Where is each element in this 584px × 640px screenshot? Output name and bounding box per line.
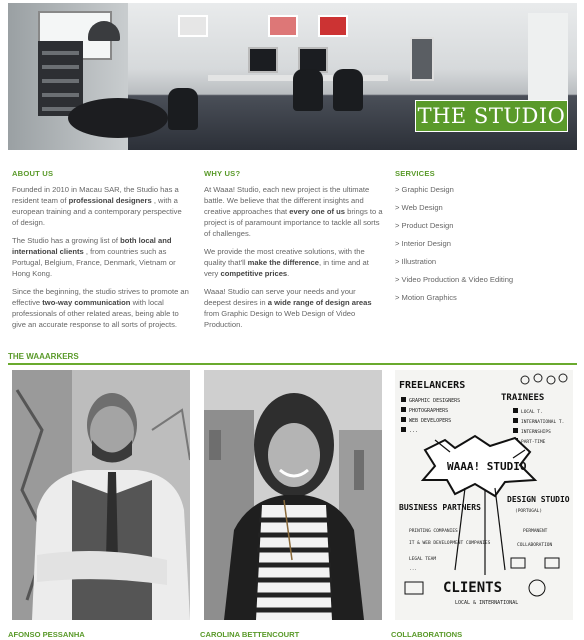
sketch-clients-sub: LOCAL & INTERNATIONAL [455, 600, 518, 606]
about-heading: ABOUT US [12, 169, 54, 178]
emphasis: make the difference [247, 258, 319, 267]
emphasis: competitive prices [220, 269, 288, 278]
hero-bookshelf [38, 41, 83, 116]
hero-artwork [268, 15, 298, 37]
hero-artwork [318, 15, 348, 37]
why-paragraph-1: At Waaa! Studio, each new project is the… [204, 184, 384, 239]
emphasis: professional designers [68, 196, 152, 205]
services-list: > Graphic Design > Web Design > Product … [395, 184, 575, 310]
service-product-design[interactable]: > Product Design [395, 220, 575, 238]
sketch-freelancer-item: PHOTOGRAPHERS [409, 408, 448, 414]
team-name-collaborations[interactable]: COLLABORATIONS [391, 630, 462, 639]
sketch-clients: CLIENTS [443, 580, 502, 596]
sketch-design-studio: DESIGN STUDIO [507, 495, 570, 504]
sketch-business-item: PRINTING COMPANIES [409, 528, 458, 534]
service-motion-graphics[interactable]: > Motion Graphics [395, 292, 575, 310]
sketch-freelancer-item: GRAPHIC DESIGNERS [409, 398, 460, 404]
services-heading: SERVICES [395, 169, 435, 178]
service-graphic-design[interactable]: > Graphic Design [395, 184, 575, 202]
why-paragraph-3: Waaa! Studio can serve your needs and yo… [204, 286, 384, 330]
emphasis: every one of us [289, 207, 345, 216]
about-section: ABOUT US Founded in 2010 in Macau SAR, t… [12, 168, 190, 337]
service-web-design[interactable]: > Web Design [395, 202, 575, 220]
hero-artwork [178, 15, 208, 37]
sketch-business-item: ... [409, 567, 417, 572]
sketch-design-studio-sub: (PORTUGAL) [515, 508, 542, 514]
sketch-design-item: PERMANENT [523, 528, 548, 534]
team-divider [8, 363, 577, 365]
about-paragraph-3: Since the beginning, the studio strives … [12, 286, 190, 330]
why-paragraph-2: We provide the most creative solutions, … [204, 246, 384, 279]
team-name-afonso[interactable]: AFONSO PESSANHA [8, 630, 85, 639]
studio-hero-photo: THE STUDIO [8, 3, 577, 150]
sketch-freelancers: FREELANCERS [399, 380, 465, 391]
team-heading: THE WAAARKERS [8, 352, 79, 361]
sketch-business-item: LEGAL TEAM [409, 556, 436, 562]
text: . [287, 269, 290, 278]
hero-table [68, 98, 168, 138]
text: from Graphic Design to Web Design of Vid… [204, 309, 356, 329]
text: The Studio has a growing list of [12, 236, 121, 245]
sketch-trainee-item: INTERNSHIPS [521, 429, 551, 435]
collaborations-diagram: FREELANCERS GRAPHIC DESIGNERS PHOTOGRAPH… [395, 370, 573, 620]
sketch-freelancer-item: WEB DEVELOPERS [409, 418, 451, 424]
emphasis: two-way communication [42, 298, 131, 307]
sketch-business-item: IT & WEB DEVELOPMENT COMPANIES [409, 540, 491, 546]
team-photo-afonso[interactable] [12, 370, 190, 620]
sketch-trainees: TRAINEES [501, 393, 544, 403]
hero-chair [168, 88, 198, 130]
why-us-heading: WHY US? [204, 169, 241, 178]
hero-wall-unit [410, 37, 434, 81]
about-paragraph-1: Founded in 2010 in Macau SAR, the Studio… [12, 184, 190, 228]
service-illustration[interactable]: > Illustration [395, 256, 575, 274]
why-us-section: WHY US? At Waaa! Studio, each new projec… [204, 168, 384, 337]
emphasis: a wide range of design areas [267, 298, 372, 307]
sketch-design-item: COLLABORATION [517, 542, 553, 548]
sketch-trainee-item: PART-TIME [521, 439, 546, 445]
about-paragraph-2: The Studio has a growing list of both lo… [12, 235, 190, 279]
carolina-portrait [204, 370, 382, 620]
hero-monitor [248, 47, 278, 73]
sketch-business-partners: BUSINESS PARTNERS [399, 503, 481, 512]
team-photo-carolina[interactable] [204, 370, 382, 620]
page: THE STUDIO ABOUT US Founded in 2010 in M… [0, 0, 584, 640]
sketch-trainee-item: INTERNATIONAL T. [521, 419, 564, 425]
sketch-trainee-item: LOCAL T. [521, 409, 543, 415]
afonso-portrait [12, 370, 190, 620]
service-interior-design[interactable]: > Interior Design [395, 238, 575, 256]
collaborations-sketch[interactable]: FREELANCERS GRAPHIC DESIGNERS PHOTOGRAPH… [395, 370, 573, 620]
team-name-carolina[interactable]: CAROLINA BETTENCOURT [200, 630, 299, 639]
hero-chair [333, 69, 363, 111]
sketch-center: WAAA! STUDIO [447, 460, 527, 473]
the-studio-label: THE STUDIO [415, 100, 568, 132]
hero-chair [293, 69, 323, 111]
sketch-freelancer-item: ... [409, 428, 418, 434]
services-section: SERVICES > Graphic Design > Web Design >… [395, 168, 575, 310]
service-video-production[interactable]: > Video Production & Video Editing [395, 274, 575, 292]
